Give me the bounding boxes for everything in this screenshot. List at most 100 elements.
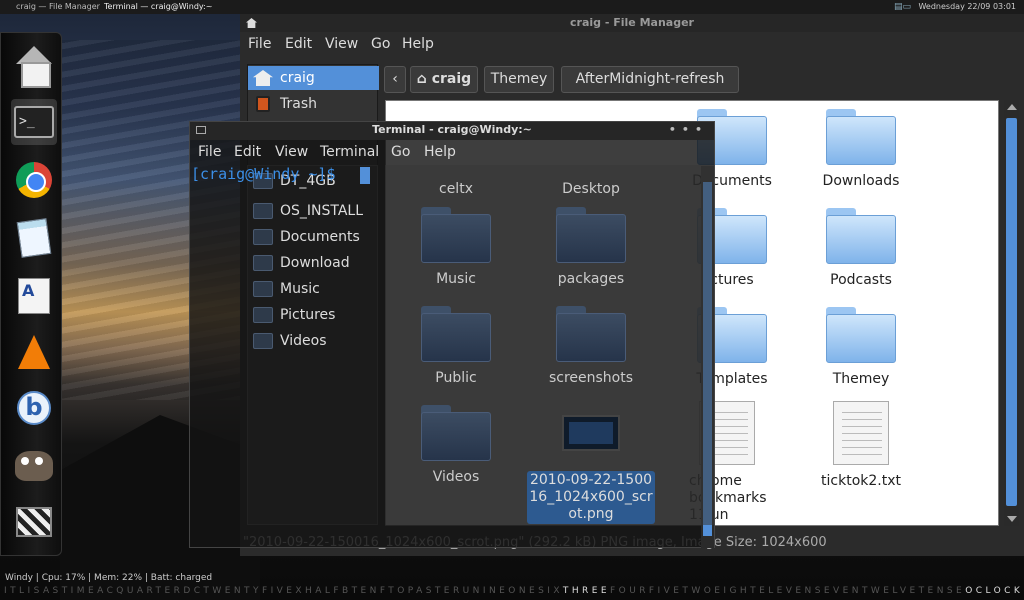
sidebar-item-download[interactable]: Download <box>248 251 379 275</box>
item-label: Desktop <box>562 181 620 197</box>
sidebar-item-label: Download <box>280 255 350 271</box>
folder-icon <box>421 405 491 461</box>
gimp-icon <box>15 451 53 481</box>
term-menu-terminal[interactable]: Terminal <box>320 144 379 160</box>
fm-titlebar[interactable]: craig - File Manager <box>240 14 1024 32</box>
path-back-button[interactable]: ‹ <box>384 66 406 93</box>
sidebar-item-label: Videos <box>280 333 327 349</box>
item-label: ticktok2.txt <box>821 473 901 489</box>
wordclock-oclock: OCLOCK <box>965 586 1024 596</box>
folder-music[interactable]: Music <box>391 207 521 288</box>
folder-icon <box>556 207 626 263</box>
window-controls[interactable]: ••• <box>669 122 708 138</box>
path-button-themey[interactable]: Themey <box>484 66 554 93</box>
file-scrot-png[interactable]: 2010-09-22-1500 16_1024x600_scr ot.png <box>526 415 656 524</box>
home-icon <box>14 46 54 88</box>
folder-icon <box>826 307 896 363</box>
folder-themey[interactable]: Themey <box>796 307 926 388</box>
dock-text-editor[interactable] <box>11 215 57 261</box>
term-menu-help[interactable]: Help <box>424 144 456 160</box>
scroll-down-icon[interactable] <box>1007 516 1017 522</box>
file-ticktok2-txt[interactable]: ticktok2.txt <box>796 401 926 490</box>
folder-icon <box>556 306 626 362</box>
sidebar-item-craig[interactable]: craig <box>248 66 379 90</box>
term-menu-edit[interactable]: Edit <box>234 144 261 160</box>
path-button-craig[interactable]: ⌂ craig <box>410 66 478 93</box>
term-menu-file[interactable]: File <box>198 144 221 160</box>
home-icon: ⌂ <box>416 71 432 87</box>
panel-clock[interactable]: Wednesday 22/09 03:01 <box>918 0 1016 14</box>
path-button-aftermidnight[interactable]: AfterMidnight-refresh <box>561 66 739 93</box>
taskbar-item-file-manager[interactable]: craig — File Manager <box>16 0 100 14</box>
folder-icon <box>253 307 273 323</box>
terminal-icon: >_ <box>14 106 54 138</box>
app-dock: >_ b <box>0 32 62 556</box>
image-thumbnail-icon <box>562 415 620 451</box>
term-menu-go[interactable]: Go <box>391 144 410 160</box>
folder-icon <box>826 208 896 264</box>
drive-icon <box>253 203 273 219</box>
conky-status: Windy | Cpu: 17% | Mem: 22% | Batt: char… <box>5 573 213 583</box>
dock-home[interactable] <box>11 43 57 89</box>
folder-packages[interactable]: packages <box>526 207 656 288</box>
dock-video-editor[interactable] <box>11 499 57 545</box>
home-icon <box>246 18 257 28</box>
folder-icon <box>253 255 273 271</box>
wordclock-letters: FOURFIVETWOEIGHTELEVENSEVENTWELVETENSE <box>610 586 966 596</box>
folder-icon <box>421 207 491 263</box>
dock-vlc[interactable] <box>11 329 57 375</box>
fm-menu-edit[interactable]: Edit <box>285 36 312 52</box>
folder-podcasts[interactable]: Podcasts <box>796 208 926 289</box>
fm-menu-file[interactable]: File <box>248 36 271 52</box>
item-label: Music <box>436 271 476 287</box>
fm-scrollbar[interactable] <box>1004 100 1019 526</box>
dock-chrome[interactable] <box>11 157 57 203</box>
folder-icon <box>253 281 273 297</box>
sidebar-item-videos[interactable]: Videos <box>248 329 379 353</box>
term-menu-view[interactable]: View <box>275 144 308 160</box>
sidebar-item-label: Pictures <box>280 307 336 323</box>
sidebar-item-pictures[interactable]: Pictures <box>248 303 379 327</box>
dock-gimp[interactable] <box>11 443 57 489</box>
tray-icon[interactable]: ▤▭ <box>894 2 914 12</box>
sidebar-item-label: OS_INSTALL <box>280 203 364 219</box>
fm-menu-go[interactable]: Go <box>371 36 390 52</box>
home-folder-icon <box>253 70 273 86</box>
fm-icon-view-behind-terminal: celtx Desktop Music packages Public scre… <box>385 165 714 525</box>
folder-downloads[interactable]: Downloads <box>796 109 926 190</box>
terminal-menubar: File Edit View Terminal Go Help <box>190 142 714 164</box>
vlc-icon <box>18 335 50 369</box>
sidebar-item-trash[interactable]: Trash <box>248 92 379 116</box>
folder-desktop[interactable]: Desktop <box>526 173 656 198</box>
sidebar-item-music[interactable]: Music <box>248 277 379 301</box>
fm-menubar: File Edit View Go Help <box>240 34 1024 56</box>
item-label: packages <box>557 271 625 287</box>
scroll-up-icon[interactable] <box>1007 104 1017 110</box>
sidebar-item-label: craig <box>280 70 315 86</box>
clapperboard-icon <box>16 507 52 537</box>
terminal-window-icon <box>196 126 206 134</box>
chrome-icon <box>16 162 52 198</box>
trash-icon <box>256 96 270 112</box>
sidebar-item-label: Trash <box>280 96 317 112</box>
wordclock-letters: ITLISASTIMEACQUARTERDCTWENTYFIVEXHALFBTE… <box>4 586 563 596</box>
terminal-titlebar[interactable]: Terminal - craig@Windy:~ ••• <box>190 122 714 140</box>
fm-menu-view[interactable]: View <box>325 36 358 52</box>
sidebar-item-label: Documents <box>280 229 360 245</box>
taskbar-item-terminal[interactable]: Terminal — craig@Windy:~ <box>104 0 212 14</box>
item-label: Videos <box>432 469 480 485</box>
folder-videos[interactable]: Videos <box>391 405 521 486</box>
wordclock-hour: THREE <box>562 586 611 596</box>
terminal-body[interactable]: [craig@Windy ~]$ <box>190 165 520 189</box>
notepad-icon <box>16 218 52 258</box>
folder-screenshots[interactable]: screenshots <box>526 306 656 387</box>
fm-scroll-thumb[interactable] <box>1006 118 1017 506</box>
dock-blogilo[interactable]: b <box>11 385 57 431</box>
sidebar-item-os-install[interactable]: OS_INSTALL <box>248 199 379 223</box>
sidebar-item-documents[interactable]: Documents <box>248 225 379 249</box>
dock-terminal[interactable]: >_ <box>11 99 57 145</box>
dock-office[interactable] <box>11 273 57 319</box>
fm-menu-help[interactable]: Help <box>402 36 434 52</box>
terminal-prompt: [craig@Windy ~]$ <box>191 165 336 183</box>
folder-public[interactable]: Public <box>391 306 521 387</box>
